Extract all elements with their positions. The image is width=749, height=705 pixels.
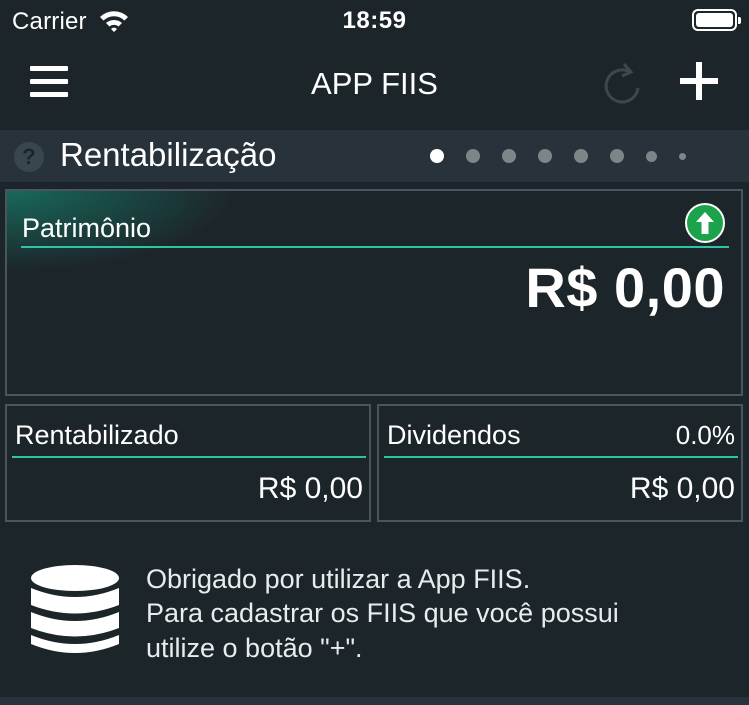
patrimonio-label: Patrimônio <box>22 213 152 243</box>
status-bar: Carrier 18:59 <box>0 0 749 44</box>
page-dot[interactable] <box>610 149 624 163</box>
add-icon[interactable] <box>680 62 718 100</box>
patrimonio-card[interactable]: Patrimônio R$ 0,00 <box>5 189 743 396</box>
dividendos-label: Dividendos <box>387 420 521 450</box>
section-title: Rentabilização <box>60 136 277 173</box>
nav-bar: APP FIIS <box>0 44 749 130</box>
page-dot[interactable] <box>646 150 657 162</box>
dividendos-card[interactable]: Dividendos 0.0% R$ 0,00 <box>377 404 743 522</box>
dividendos-percent: 0.0% <box>675 420 735 450</box>
refresh-icon[interactable] <box>600 58 644 111</box>
arrow-up-icon[interactable] <box>685 203 725 243</box>
dividendos-value: R$ 0,00 <box>629 472 735 505</box>
battery-icon <box>692 9 741 31</box>
rentabilizado-divider <box>12 456 366 458</box>
page-indicator[interactable] <box>430 148 686 164</box>
battery-level <box>696 13 733 27</box>
patrimonio-divider <box>21 246 729 248</box>
message-line-3: utilize o botão "+". <box>146 633 363 663</box>
help-icon[interactable]: ? <box>14 142 44 172</box>
patrimonio-value: R$ 0,00 <box>525 256 725 319</box>
rentabilizado-card[interactable]: Rentabilizado R$ 0,00 <box>5 404 371 522</box>
database-icon <box>30 564 120 663</box>
empty-state-message: Obrigado por utilizar a App FIIS. Para c… <box>0 540 749 697</box>
dividendos-divider <box>384 456 738 458</box>
rentabilizado-value: R$ 0,00 <box>257 472 363 505</box>
message-line-2: Para cadastrar os FIIS que você possui <box>146 598 619 628</box>
rentabilizado-label: Rentabilizado <box>15 420 179 450</box>
status-time: 18:59 <box>342 7 407 34</box>
page-dot[interactable] <box>574 149 588 163</box>
page-dot[interactable] <box>430 149 444 163</box>
page-dot[interactable] <box>679 152 686 160</box>
page-dot[interactable] <box>502 149 516 163</box>
bottom-divider <box>0 697 749 705</box>
message-line-1: Obrigado por utilizar a App FIIS. <box>146 564 531 594</box>
page-dot[interactable] <box>466 149 480 163</box>
section-header: ? Rentabilização <box>0 130 749 182</box>
page-dot[interactable] <box>538 149 552 163</box>
